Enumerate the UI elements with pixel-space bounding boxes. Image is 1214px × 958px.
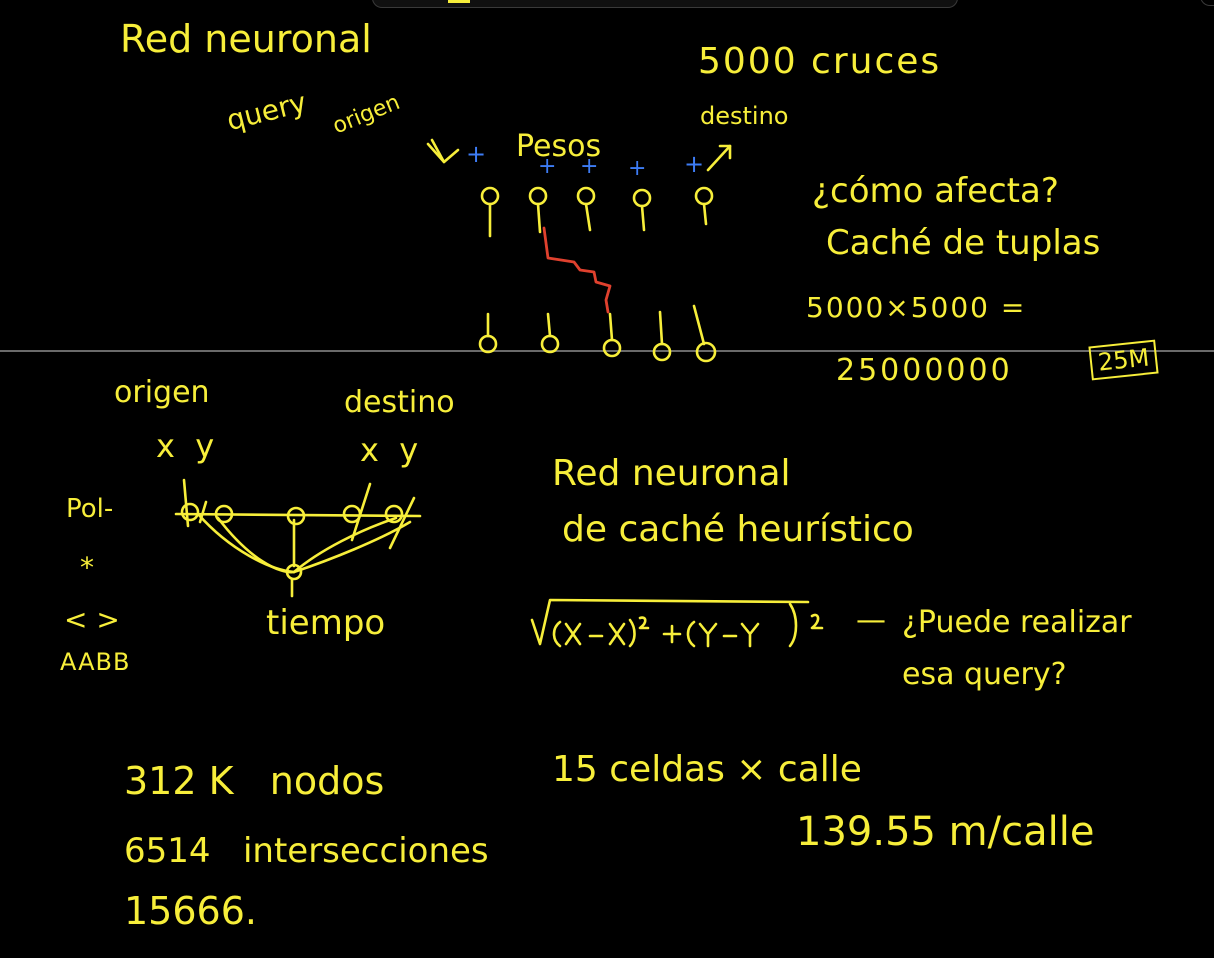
output-neurons-icon: [478, 304, 717, 363]
input-neurons-icon: [480, 186, 714, 238]
destination-arrow-icon: [706, 144, 732, 172]
road-crossing-sketch: [174, 478, 422, 598]
origin-arrow-icon: [426, 138, 460, 164]
distance-formula-icon: [530, 598, 824, 648]
sketch-layer: [174, 138, 824, 648]
weight-connection-line: [542, 226, 612, 314]
